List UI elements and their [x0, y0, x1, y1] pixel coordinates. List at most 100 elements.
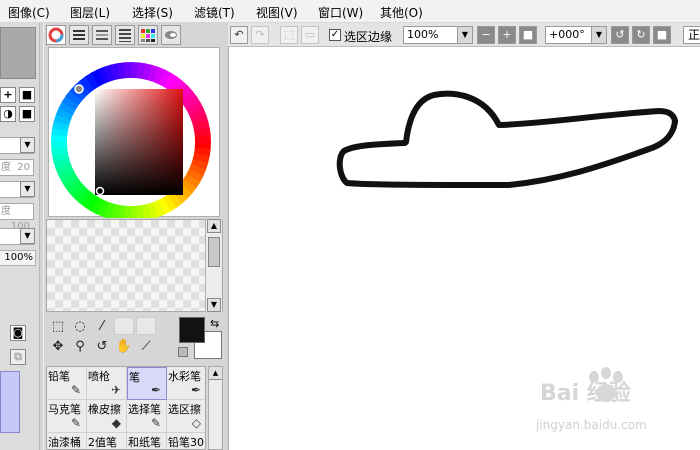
bars-icon [119, 29, 131, 42]
layer-mask-button[interactable]: ■ [19, 87, 35, 103]
display-mode-select[interactable]: 正 [683, 26, 700, 44]
rotate-left-button[interactable]: ↺ [611, 26, 629, 44]
blend-mode-dropdown[interactable]: ▼ [20, 137, 35, 153]
add-layer-button[interactable]: + [0, 87, 16, 103]
zoom-reset-button[interactable]: ■ [519, 26, 537, 44]
stroke-dome [403, 90, 502, 145]
move-icon[interactable]: ✥ [48, 338, 68, 356]
rotation-reset-button[interactable]: ■ [653, 26, 671, 44]
menu-layer[interactable]: 图层(L) [70, 4, 110, 21]
brush-slot[interactable]: 马克笔 ✎ [47, 400, 87, 433]
brush-slot[interactable]: 油漆桶◓ [47, 433, 87, 449]
swap-colors-icon[interactable]: ⇆ [210, 317, 219, 330]
layer-thumbnail[interactable] [0, 27, 36, 79]
density-field[interactable]: 度 20 [0, 159, 34, 176]
scroll-up-icon[interactable]: ▲ [209, 367, 222, 380]
canvas-toolbar: ↶ ↷ ⬚ ▭ ✓ 选区边缘 100% ▼ − + ■ +000° ▼ ↺ ↻ … [228, 23, 700, 47]
brush-label: 橡皮擦 [88, 403, 121, 416]
empty-tool-slot [136, 317, 156, 335]
brush-slot[interactable]: 铅笔30✎ [167, 433, 205, 449]
brush-slot[interactable]: 和纸笔✎ [127, 433, 167, 449]
watermark-url: jingyan.baidu.com [536, 418, 647, 432]
scroll-up-icon[interactable]: ▲ [207, 219, 221, 233]
scratch-scrollbar[interactable]: ▲ ▼ [205, 219, 222, 312]
invert-selection-button[interactable]: ▭ [301, 26, 319, 44]
texture-dropdown[interactable]: ▼ [20, 181, 35, 197]
hsv-sliders-tab[interactable] [92, 25, 112, 45]
hand-icon[interactable]: ✋ [114, 338, 134, 356]
tool-palette: ⬚ ◌ ⁄ ✥ ⚲ ↺ ✋ ⟋ [46, 317, 174, 357]
brush-label: 铅笔 [48, 370, 70, 383]
brush-label: 笔 [129, 371, 140, 384]
color-wheel-area [48, 47, 221, 222]
color-wheel-icon [48, 27, 64, 43]
menu-filter[interactable]: 滤镜(T) [194, 4, 235, 21]
deselect-button[interactable]: ⬚ [280, 26, 298, 44]
lasso-icon[interactable]: ◌ [70, 318, 90, 336]
brush-slot[interactable]: 橡皮擦 ◆ [87, 400, 127, 433]
zoom-icon[interactable]: ⚲ [70, 338, 90, 356]
layer-row-selected[interactable] [0, 371, 20, 433]
hue-marker[interactable] [74, 84, 84, 94]
selection-edge-checkbox[interactable]: ✓ [329, 29, 341, 41]
pencil-icon: ✎ [70, 383, 81, 397]
brush-slot[interactable]: 选择笔 ✎ [127, 400, 167, 433]
zoom-select[interactable]: 100% ▼ [403, 26, 473, 44]
redo-button[interactable]: ↷ [251, 26, 269, 44]
scratchpad-tab[interactable] [161, 25, 181, 45]
layer-panel: + ■ ◑ ■ ▼ 度 20 ▼ 度 100 ▼ 100% ◙ ⧉ [0, 23, 40, 450]
menu-image[interactable]: 图像(C) [8, 4, 50, 21]
color-wheel-tab[interactable] [46, 25, 66, 45]
stroke-body [336, 118, 678, 188]
zoom-out-button[interactable]: − [477, 26, 495, 44]
reset-colors-icon[interactable] [178, 347, 188, 357]
brush-slot[interactable]: 笔 ✒ [127, 367, 167, 400]
zoom-in-button[interactable]: + [498, 26, 516, 44]
pen-icon: ✒ [150, 383, 161, 397]
menu-other[interactable]: 其他(O) [380, 4, 423, 21]
layer-delete-button[interactable]: ■ [19, 106, 35, 122]
layer-copy-button[interactable]: ◑ [0, 106, 16, 122]
airbrush-icon: ✈ [110, 383, 121, 397]
menu-select[interactable]: 选择(S) [132, 4, 173, 21]
eyedropper-icon[interactable]: ⟋ [136, 338, 156, 356]
brush-scrollbar[interactable]: ▲ [208, 366, 223, 450]
chevron-down-icon[interactable]: ▼ [591, 27, 606, 43]
undo-button[interactable]: ↶ [230, 26, 248, 44]
scroll-thumb[interactable] [208, 237, 220, 267]
hue-segment [194, 135, 211, 144]
rotate-right-button[interactable]: ↻ [632, 26, 650, 44]
color-bar-tab[interactable] [115, 25, 135, 45]
strength-field[interactable]: 度 100 [0, 203, 34, 232]
swatches-tab[interactable] [138, 25, 158, 45]
watermark-logo: Bai 经验 [540, 367, 631, 407]
scroll-down-icon[interactable]: ▼ [207, 298, 221, 312]
foreground-color-swatch[interactable] [179, 317, 205, 343]
layer-lock-icon[interactable]: ⧉ [10, 349, 26, 365]
menu-window[interactable]: 窗口(W) [318, 4, 363, 21]
color-panel: ▲ ▼ ⬚ ◌ ⁄ ✥ ⚲ ↺ ✋ ⟋ ⇆ 铅笔 ✎ 喷枪 ✈ 笔 ✒ 水彩笔 ✒ 马克笔 ✎ 橡皮… [43, 23, 225, 450]
eraser-icon: ◆ [111, 416, 121, 430]
chevron-down-icon[interactable]: ▼ [457, 27, 472, 43]
selection-edge-label: 选区边缘 [344, 30, 393, 44]
layer-visibility-icon[interactable]: ◙ [10, 325, 26, 341]
select-pen-icon: ✎ [150, 416, 161, 430]
brush-label: 喷枪 [88, 370, 110, 383]
rect-select-icon[interactable]: ⬚ [48, 318, 68, 336]
rotation-select[interactable]: +000° ▼ [545, 26, 607, 44]
color-wheel[interactable] [49, 48, 221, 222]
menu-view[interactable]: 视图(V) [256, 4, 298, 21]
rgb-sliders-tab[interactable] [69, 25, 89, 45]
magic-wand-icon[interactable]: ⁄ [92, 318, 112, 336]
opacity-field[interactable]: 100% [0, 250, 36, 266]
select-eraser-icon: ◇ [191, 416, 201, 430]
scratch-area[interactable] [46, 219, 223, 312]
layer-mode-dropdown[interactable]: ▼ [20, 228, 35, 244]
brush-slot[interactable]: 2值笔✎ [87, 433, 127, 449]
brush-slot[interactable]: 铅笔 ✎ [47, 367, 87, 400]
brush-slot[interactable]: 喷枪 ✈ [87, 367, 127, 400]
marker-icon: ✎ [70, 416, 81, 430]
brush-slot[interactable]: 选区擦 ◇ [167, 400, 205, 433]
brush-slot[interactable]: 水彩笔 ✒ [167, 367, 205, 400]
rotate-icon[interactable]: ↺ [92, 338, 112, 356]
